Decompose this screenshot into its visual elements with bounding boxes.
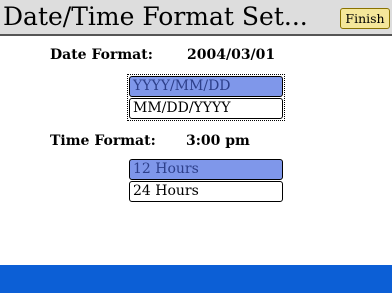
date-format-preview: 2004/03/01 — [187, 47, 276, 63]
time-format-preview: 3:00 pm — [186, 133, 250, 149]
finish-button[interactable]: Finish — [340, 8, 390, 29]
date-time-format-screen: Date/Time Format Set... Finish Date Form… — [0, 0, 392, 293]
time-format-option-24-hours[interactable]: 24 Hours — [129, 181, 283, 202]
time-format-label: Time Format: — [50, 133, 156, 149]
time-format-option-12-hours[interactable]: 12 Hours — [129, 159, 283, 180]
bottom-command-bar — [0, 265, 392, 293]
date-format-option-yyyy-mm-dd[interactable]: YYYY/MM/DD — [129, 76, 283, 97]
date-format-label: Date Format: — [50, 47, 153, 63]
page-title: Date/Time Format Set... — [3, 2, 308, 31]
title-bar: Date/Time Format Set... Finish — [0, 0, 392, 36]
date-format-option-mm-dd-yyyy[interactable]: MM/DD/YYYY — [129, 98, 283, 119]
